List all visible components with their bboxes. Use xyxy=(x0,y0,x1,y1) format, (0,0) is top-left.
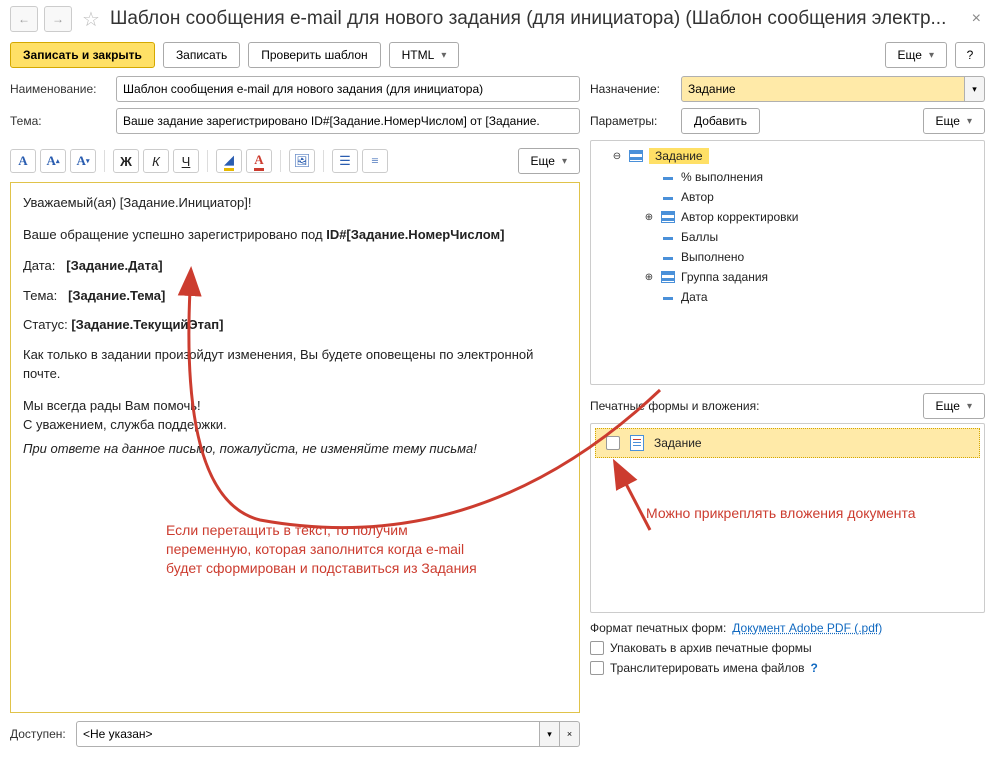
close-icon[interactable]: × xyxy=(968,10,985,28)
page-title: Шаблон сообщения e-mail для нового задан… xyxy=(110,8,962,30)
subject-label: Тема: xyxy=(10,114,110,128)
font-normal-icon[interactable]: A xyxy=(10,149,36,173)
tree-item-label: Дата xyxy=(681,290,708,304)
purpose-label: Назначение: xyxy=(590,82,675,96)
tree-item-label: Выполнено xyxy=(681,250,744,264)
tree-item[interactable]: ▬ Автор xyxy=(591,187,984,207)
email-body-editor[interactable]: Уважаемый(ая) [Задание.Инициатор]! Ваше … xyxy=(10,182,580,713)
body-signoff: Мы всегда рады Вам помочь! С уважением, … xyxy=(23,396,567,435)
highlight-color-icon[interactable]: ◢ xyxy=(216,149,242,173)
field-icon: ▬ xyxy=(661,192,675,203)
editor-more-button[interactable]: Еще xyxy=(518,148,580,174)
params-label: Параметры: xyxy=(590,114,675,128)
available-clear-button[interactable]: × xyxy=(560,721,580,747)
available-dropdown-button[interactable]: ▾ xyxy=(540,721,560,747)
tree-item-label: Группа задания xyxy=(681,270,768,284)
attachment-checkbox[interactable] xyxy=(606,436,620,450)
insert-image-icon[interactable]: 🖼 xyxy=(289,149,315,173)
save-and-close-button[interactable]: Записать и закрыть xyxy=(10,42,155,68)
document-icon xyxy=(630,435,644,451)
format-link[interactable]: Документ Adobe PDF (.pdf) xyxy=(732,621,882,635)
tree-item[interactable]: ▬ Дата xyxy=(591,287,984,307)
attachment-label: Задание xyxy=(654,436,702,450)
expand-icon[interactable]: ⊕ xyxy=(643,272,655,283)
favorite-star-icon[interactable]: ☆ xyxy=(82,7,100,32)
purpose-input[interactable] xyxy=(681,76,965,102)
field-icon: ▬ xyxy=(661,172,675,183)
annotation-drag-note: Если перетащить в текст, то получим пере… xyxy=(166,521,486,578)
params-tree[interactable]: ⊖ Задание ▬ % выполнения ▬ Автор ⊕ Автор… xyxy=(590,140,985,385)
field-icon: ▬ xyxy=(661,252,675,263)
name-label: Наименование: xyxy=(10,82,110,96)
numbered-list-icon[interactable]: ≡ xyxy=(362,149,388,173)
pack-checkbox[interactable] xyxy=(590,641,604,655)
translit-label: Транслитерировать имена файлов xyxy=(610,661,805,675)
tree-item-label: Автор корректировки xyxy=(681,210,799,224)
tree-item[interactable]: ▬ % выполнения xyxy=(591,167,984,187)
attachments-panel[interactable]: Задание Можно прикреплять вложения докум… xyxy=(590,423,985,613)
tree-item[interactable]: ⊕ Группа задания xyxy=(591,267,984,287)
body-status-row: Статус: [Задание.ТекущийЭтап] xyxy=(23,315,567,335)
nav-forward-button[interactable]: → xyxy=(44,6,72,32)
body-registered: Ваше обращение успешно зарегистрировано … xyxy=(23,225,567,245)
editor-toolbar: A A▴ A▾ Ж К Ч ◢ A 🖼 ☰ ≡ Еще xyxy=(10,144,580,178)
pack-label: Упаковать в архив печатные формы xyxy=(610,641,812,655)
attachments-more-button[interactable]: Еще xyxy=(923,393,985,419)
table-icon xyxy=(661,271,675,283)
separator xyxy=(207,150,208,172)
body-date-row: Дата: [Задание.Дата] xyxy=(23,256,567,276)
check-template-button[interactable]: Проверить шаблон xyxy=(248,42,380,68)
separator xyxy=(104,150,105,172)
add-param-button[interactable]: Добавить xyxy=(681,108,760,134)
body-greeting: Уважаемый(ая) [Задание.Инициатор]! xyxy=(23,193,567,213)
available-input[interactable] xyxy=(76,721,540,747)
body-topic-row: Тема: [Задание.Тема] xyxy=(23,286,567,306)
underline-icon[interactable]: Ч xyxy=(173,149,199,173)
purpose-dropdown-button[interactable]: ▾ xyxy=(965,76,985,102)
table-icon xyxy=(629,150,643,162)
params-more-button[interactable]: Еще xyxy=(923,108,985,134)
font-increase-icon[interactable]: A▴ xyxy=(40,149,66,173)
translit-checkbox[interactable] xyxy=(590,661,604,675)
text-color-icon[interactable]: A xyxy=(246,149,272,173)
body-notify: Как только в задании произойдут изменени… xyxy=(23,345,567,384)
tree-item[interactable]: ▬ Выполнено xyxy=(591,247,984,267)
tree-item-label: Автор xyxy=(681,190,714,204)
tree-root-label: Задание xyxy=(649,148,709,164)
attachments-label: Печатные формы и вложения: xyxy=(590,399,759,413)
separator xyxy=(280,150,281,172)
bullet-list-icon[interactable]: ☰ xyxy=(332,149,358,173)
table-icon xyxy=(661,211,675,223)
help-button[interactable]: ? xyxy=(955,42,985,68)
more-button[interactable]: Еще xyxy=(885,42,947,68)
bold-icon[interactable]: Ж xyxy=(113,149,139,173)
save-button[interactable]: Записать xyxy=(163,42,240,68)
name-input[interactable] xyxy=(116,76,580,102)
tree-item-label: Баллы xyxy=(681,230,718,244)
expand-icon[interactable]: ⊕ xyxy=(643,212,655,223)
subject-input[interactable] xyxy=(116,108,580,134)
tree-item[interactable]: ▬ Баллы xyxy=(591,227,984,247)
tree-item-label: % выполнения xyxy=(681,170,763,184)
tree-root[interactable]: ⊖ Задание xyxy=(591,145,984,167)
attachment-row[interactable]: Задание xyxy=(595,428,980,458)
annotation-attach-note: Можно прикреплять вложения документа xyxy=(646,504,966,523)
field-icon: ▬ xyxy=(661,292,675,303)
body-footer: При ответе на данное письмо, пожалуйста,… xyxy=(23,439,567,459)
translit-help-icon[interactable]: ? xyxy=(811,661,818,675)
separator xyxy=(323,150,324,172)
available-label: Доступен: xyxy=(10,727,70,741)
field-icon: ▬ xyxy=(661,232,675,243)
font-decrease-icon[interactable]: A▾ xyxy=(70,149,96,173)
italic-icon[interactable]: К xyxy=(143,149,169,173)
html-mode-button[interactable]: HTML xyxy=(389,42,460,68)
tree-item[interactable]: ⊕ Автор корректировки xyxy=(591,207,984,227)
nav-back-button[interactable]: ← xyxy=(10,6,38,32)
collapse-icon[interactable]: ⊖ xyxy=(611,151,623,162)
format-label: Формат печатных форм: xyxy=(590,621,726,635)
